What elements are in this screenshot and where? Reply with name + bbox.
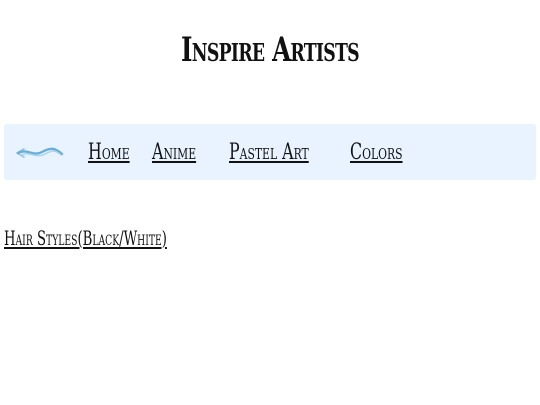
- nav-link-colors[interactable]: Colors: [350, 140, 403, 165]
- black-white-link[interactable]: (Black/White): [78, 226, 167, 250]
- nav-link-pastel-art[interactable]: Pastel Art: [229, 140, 309, 165]
- page-title: Inspire Artists: [181, 30, 360, 70]
- hair-styles-link[interactable]: Hair Styles: [4, 226, 78, 250]
- navigation-bar: Home Anime Pastel Art Colors: [4, 124, 536, 180]
- content-links: Hair Styles(Black/White): [4, 226, 167, 250]
- nav-link-home[interactable]: Home: [88, 140, 130, 165]
- brush-stroke-icon[interactable]: [15, 142, 65, 164]
- nav-link-anime[interactable]: Anime: [152, 140, 196, 165]
